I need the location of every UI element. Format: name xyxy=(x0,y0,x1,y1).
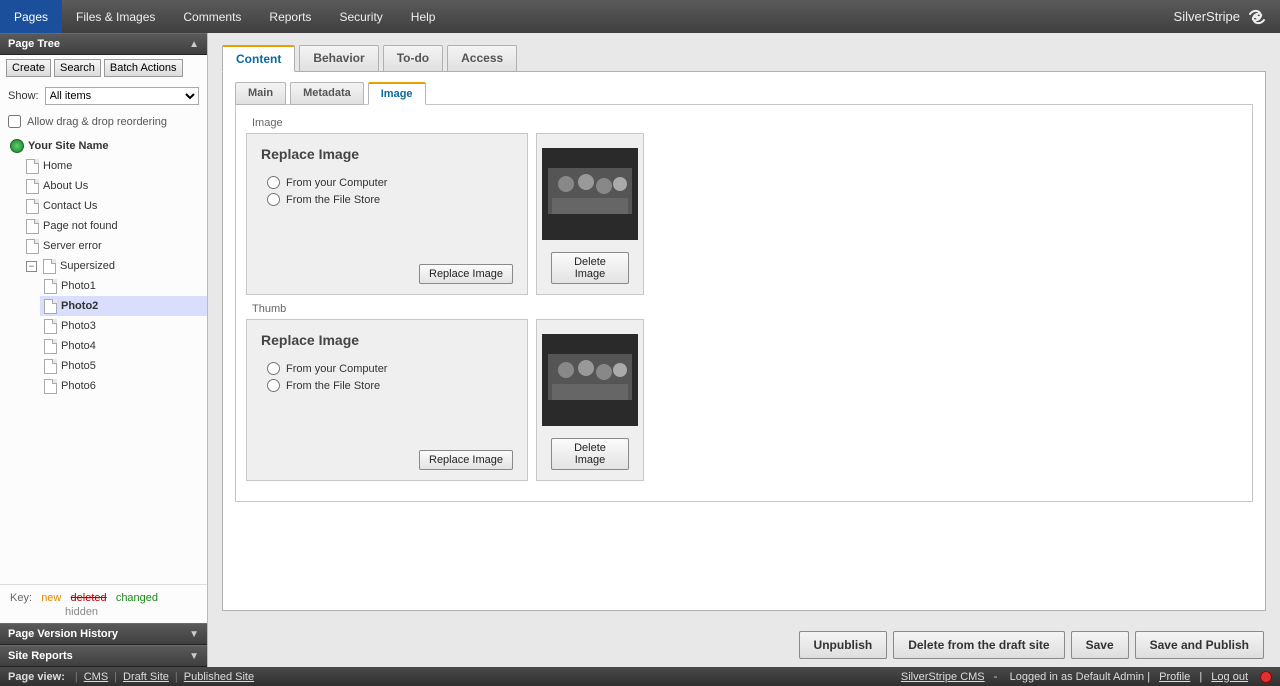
silverstripe-logo-icon xyxy=(1246,8,1268,26)
allow-drag-checkbox[interactable] xyxy=(8,115,21,128)
image-preview-card: Delete Image xyxy=(536,133,644,295)
tree-page-servererror[interactable]: Server error xyxy=(22,236,207,256)
field-label-image: Image xyxy=(252,117,1242,129)
tree-photo5[interactable]: Photo5 xyxy=(40,356,207,376)
save-publish-button[interactable]: Save and Publish xyxy=(1135,631,1264,659)
sidebar: Page Tree ▲ Create Search Batch Actions … xyxy=(0,33,208,667)
show-label: Show: xyxy=(8,90,39,102)
tab-content[interactable]: Content xyxy=(222,45,295,72)
radio-from-filestore[interactable]: From the File Store xyxy=(261,379,513,392)
tree-root[interactable]: Your Site Name xyxy=(6,136,207,156)
page-view-label: Page view: xyxy=(8,671,65,683)
tree-photo6[interactable]: Photo6 xyxy=(40,376,207,396)
thumb-replace-card: Replace Image From your Computer From th… xyxy=(246,319,528,481)
radio-from-filestore[interactable]: From the File Store xyxy=(261,193,513,206)
delete-thumb-button[interactable]: Delete Image xyxy=(551,438,629,470)
panel-version-history-header[interactable]: Page Version History ▼ xyxy=(0,623,207,645)
menu-files-images[interactable]: Files & Images xyxy=(62,0,169,33)
create-button[interactable]: Create xyxy=(6,59,51,77)
tree-page-supersized[interactable]: − Supersized xyxy=(22,256,207,276)
top-menu: Pages Files & Images Comments Reports Se… xyxy=(0,0,1280,33)
page-icon xyxy=(44,339,57,354)
footer-link-draft[interactable]: Draft Site xyxy=(117,671,175,683)
delete-image-button[interactable]: Delete Image xyxy=(551,252,629,284)
save-button[interactable]: Save xyxy=(1071,631,1129,659)
page-icon xyxy=(26,219,39,234)
page-tree: Your Site Name Home About Us Contact Us … xyxy=(0,132,207,584)
expand-icon: ▼ xyxy=(189,629,199,640)
tree-photo3[interactable]: Photo3 xyxy=(40,316,207,336)
footer-logout-link[interactable]: Log out xyxy=(1205,671,1254,683)
globe-icon xyxy=(10,139,24,153)
page-icon xyxy=(26,239,39,254)
menu-comments[interactable]: Comments xyxy=(169,0,255,33)
action-bar: Unpublish Delete from the draft site Sav… xyxy=(799,631,1264,659)
tree-page-about[interactable]: About Us xyxy=(22,176,207,196)
main-area: Content Behavior To-do Access Main Metad… xyxy=(208,33,1280,667)
menu-help[interactable]: Help xyxy=(397,0,450,33)
subtab-main[interactable]: Main xyxy=(235,82,286,105)
brand-label: SilverStripe xyxy=(1162,0,1280,33)
tree-page-notfound[interactable]: Page not found xyxy=(22,216,207,236)
subtab-metadata[interactable]: Metadata xyxy=(290,82,364,105)
radio-from-computer[interactable]: From your Computer xyxy=(261,176,513,189)
tree-photo4[interactable]: Photo4 xyxy=(40,336,207,356)
radio-from-computer[interactable]: From your Computer xyxy=(261,362,513,375)
field-label-thumb: Thumb xyxy=(252,303,1242,315)
tree-key: Key: new deleted changed hidden xyxy=(0,584,207,623)
show-select[interactable]: All items xyxy=(45,87,199,105)
page-icon xyxy=(44,279,57,294)
footer-profile-link[interactable]: Profile xyxy=(1153,671,1196,683)
collapse-icon: ▲ xyxy=(189,39,199,50)
status-dot-icon xyxy=(1260,671,1272,683)
replace-image-button[interactable]: Replace Image xyxy=(419,264,513,284)
tree-photo1[interactable]: Photo1 xyxy=(40,276,207,296)
tree-page-home[interactable]: Home xyxy=(22,156,207,176)
footer-link-cms[interactable]: CMS xyxy=(78,671,114,683)
panel-page-tree-header[interactable]: Page Tree ▲ xyxy=(0,33,207,55)
page-icon xyxy=(43,259,56,274)
tree-photo2[interactable]: Photo2 xyxy=(40,296,207,316)
page-icon xyxy=(44,379,57,394)
subtab-image[interactable]: Image xyxy=(368,82,426,105)
image-thumbnail xyxy=(542,148,638,240)
expand-icon: ▼ xyxy=(189,651,199,662)
page-icon xyxy=(26,199,39,214)
replace-thumb-button[interactable]: Replace Image xyxy=(419,450,513,470)
tab-todo[interactable]: To-do xyxy=(383,45,443,72)
allow-drag-label: Allow drag & drop reordering xyxy=(27,116,167,128)
menu-pages[interactable]: Pages xyxy=(0,0,62,33)
menu-reports[interactable]: Reports xyxy=(255,0,325,33)
tree-page-contact[interactable]: Contact Us xyxy=(22,196,207,216)
unpublish-button[interactable]: Unpublish xyxy=(799,631,888,659)
card-title: Replace Image xyxy=(261,332,513,348)
tab-access[interactable]: Access xyxy=(447,45,517,72)
footer-cms-name[interactable]: SilverStripe CMS xyxy=(895,671,991,683)
page-icon xyxy=(44,299,57,314)
tree-collapse-icon[interactable]: − xyxy=(26,261,37,272)
batch-actions-button[interactable]: Batch Actions xyxy=(104,59,183,77)
card-title: Replace Image xyxy=(261,146,513,162)
image-replace-card: Replace Image From your Computer From th… xyxy=(246,133,528,295)
thumb-preview-card: Delete Image xyxy=(536,319,644,481)
menu-security[interactable]: Security xyxy=(325,0,396,33)
page-icon xyxy=(44,359,57,374)
page-icon xyxy=(26,159,39,174)
footer-logged-in: Logged in as Default Admin xyxy=(1010,671,1145,683)
panel-site-reports-header[interactable]: Site Reports ▼ xyxy=(0,645,207,667)
page-icon xyxy=(44,319,57,334)
search-button[interactable]: Search xyxy=(54,59,101,77)
footer-link-published[interactable]: Published Site xyxy=(178,671,260,683)
thumb-thumbnail xyxy=(542,334,638,426)
delete-draft-button[interactable]: Delete from the draft site xyxy=(893,631,1064,659)
tab-behavior[interactable]: Behavior xyxy=(299,45,378,72)
footer: Page view: |CMS |Draft Site |Published S… xyxy=(0,667,1280,686)
page-icon xyxy=(26,179,39,194)
